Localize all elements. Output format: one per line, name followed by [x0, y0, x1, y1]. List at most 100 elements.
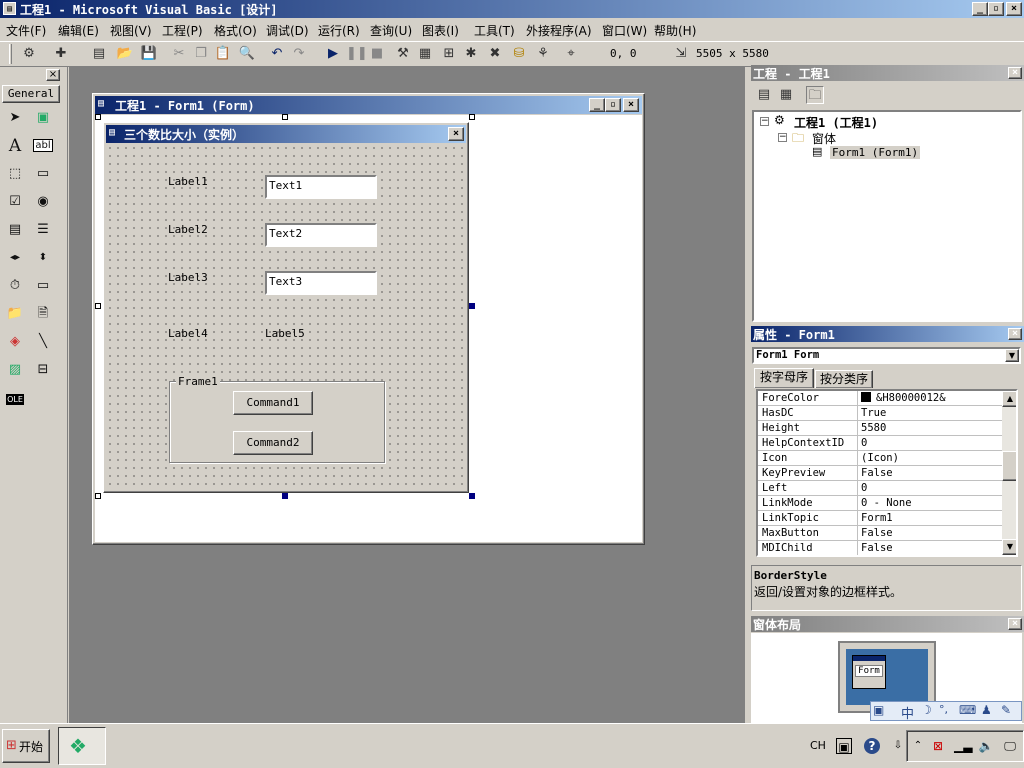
- prop-row-left[interactable]: Left 0: [758, 481, 1003, 496]
- open-project-icon[interactable]: 📂: [116, 45, 134, 63]
- tree-project-root[interactable]: 工程1 (工程1): [794, 114, 878, 131]
- label1[interactable]: Label1: [168, 175, 208, 188]
- hscrollbar-icon[interactable]: ◂▸: [0, 246, 30, 270]
- command2[interactable]: Command2: [233, 431, 313, 455]
- prop-row-maxbutton[interactable]: MaxButton False: [758, 526, 1003, 541]
- data-control-icon[interactable]: ⊟: [28, 358, 58, 382]
- object-browser-icon[interactable]: ✱: [462, 45, 480, 63]
- resize-handle-bottom-right[interactable]: [469, 493, 475, 499]
- designer-close-button[interactable]: ×: [623, 98, 639, 112]
- prop-row-keypreview[interactable]: KeyPreview False: [758, 466, 1003, 481]
- menu-tools[interactable]: 工具(T): [474, 22, 515, 40]
- add-form-icon[interactable]: ✚: [52, 45, 70, 63]
- form-layout-close-button[interactable]: ×: [1008, 618, 1022, 630]
- form-layout-icon[interactable]: ⊞: [440, 45, 458, 63]
- prop-row-forecolor[interactable]: ForeColor &H80000012&: [758, 391, 1003, 406]
- ole-icon[interactable]: OLE: [0, 388, 30, 412]
- menu-project[interactable]: 工程(P): [162, 22, 203, 40]
- checkbox-icon[interactable]: ☑: [0, 190, 30, 214]
- view-object-icon[interactable]: ▦: [777, 86, 795, 104]
- prop-row-linktopic[interactable]: LinkTopic Form1: [758, 511, 1003, 526]
- tray-arrow-icon[interactable]: ⇩: [890, 738, 906, 754]
- break-icon[interactable]: ❚❚: [346, 45, 368, 63]
- ime-tray-icon[interactable]: ▣: [836, 738, 852, 754]
- toolbox-tab-general[interactable]: General: [2, 85, 60, 103]
- view-code-icon[interactable]: ▤: [755, 86, 773, 104]
- shape-icon[interactable]: ◈: [0, 330, 30, 354]
- menu-editor-icon[interactable]: ▤: [90, 45, 108, 63]
- prop-row-linkmode[interactable]: LinkMode 0 - None: [758, 496, 1003, 511]
- ime-logo-icon[interactable]: ▣: [873, 703, 884, 717]
- form1-close-button[interactable]: ×: [448, 127, 464, 141]
- designer-maximize-button[interactable]: ▫: [605, 98, 621, 112]
- paste-icon[interactable]: 📋: [214, 45, 232, 63]
- image-icon[interactable]: ▨: [0, 358, 30, 382]
- tree-form1-item[interactable]: Form1 (Form1): [830, 146, 921, 159]
- frame-icon[interactable]: ⬚: [0, 162, 30, 186]
- menu-file[interactable]: 文件(F): [6, 22, 46, 40]
- start-button[interactable]: ⊞ 开始: [2, 729, 50, 763]
- ime-halfwidth-icon[interactable]: ☽: [921, 703, 932, 717]
- drivelistbox-icon[interactable]: ▭: [28, 274, 58, 298]
- tree-collapse-root-icon[interactable]: −: [760, 117, 769, 126]
- listbox-icon[interactable]: ☰: [28, 218, 58, 242]
- maximize-button[interactable]: ▫: [988, 2, 1004, 16]
- help-tray-icon[interactable]: ?: [864, 738, 880, 754]
- project-explorer-icon[interactable]: ⚒: [394, 45, 412, 63]
- text1[interactable]: Text1: [265, 175, 377, 199]
- prop-row-height[interactable]: Height 5580: [758, 421, 1003, 436]
- menu-window[interactable]: 窗口(W): [602, 22, 647, 40]
- prop-row-icon[interactable]: Icon (Icon): [758, 451, 1003, 466]
- prop-row-helpcontextid[interactable]: HelpContextID 0: [758, 436, 1003, 451]
- combobox-icon[interactable]: ▤: [0, 218, 30, 242]
- scroll-down-icon[interactable]: ▼: [1002, 539, 1016, 555]
- pointer-icon[interactable]: ➤: [0, 106, 30, 130]
- picturebox-icon[interactable]: ▣: [28, 106, 58, 130]
- commandbutton-icon[interactable]: ▭: [28, 162, 58, 186]
- ime-chinese-mode[interactable]: 中: [901, 703, 914, 722]
- menu-format[interactable]: 格式(O): [214, 22, 257, 40]
- command1[interactable]: Command1: [233, 391, 313, 415]
- label2[interactable]: Label2: [168, 223, 208, 236]
- line-icon[interactable]: ╲: [28, 330, 58, 354]
- scroll-up-icon[interactable]: ▲: [1002, 391, 1016, 407]
- menu-debug[interactable]: 调试(D): [266, 22, 309, 40]
- label5[interactable]: Label5: [265, 327, 305, 340]
- text3[interactable]: Text3: [265, 271, 377, 295]
- menu-run[interactable]: 运行(R): [318, 22, 360, 40]
- optionbutton-icon[interactable]: ◉: [28, 190, 58, 214]
- object-dropdown[interactable]: Form1 Form ▼: [752, 347, 1021, 364]
- prop-row-hasdc[interactable]: HasDC True: [758, 406, 1003, 421]
- end-icon[interactable]: ■: [368, 45, 386, 63]
- save-project-icon[interactable]: 💾: [140, 45, 158, 63]
- network-disconnected-icon[interactable]: ⊠: [930, 738, 946, 754]
- menu-addins[interactable]: 外接程序(A): [526, 22, 592, 40]
- property-scrollbar[interactable]: ▲ ▼: [1002, 391, 1016, 555]
- prop-row-mdichild[interactable]: MDIChild False: [758, 541, 1003, 555]
- ime-settings-icon[interactable]: ✎: [1001, 703, 1011, 717]
- redo-icon[interactable]: ↷: [290, 45, 308, 63]
- designer-minimize-button[interactable]: _: [589, 98, 605, 112]
- tab-alphabetic[interactable]: 按字母序: [754, 368, 814, 388]
- menu-view[interactable]: 视图(V): [110, 22, 152, 40]
- dirlistbox-icon[interactable]: 📁: [0, 302, 30, 326]
- close-button[interactable]: ×: [1006, 2, 1022, 16]
- textbox-icon[interactable]: abl: [28, 134, 58, 158]
- signal-icon[interactable]: ▁▃: [954, 738, 972, 754]
- filelistbox-icon[interactable]: 🗎: [28, 302, 58, 326]
- timer-icon[interactable]: ⏱: [0, 274, 30, 298]
- toggle-folders-icon[interactable]: 🗀: [806, 86, 824, 104]
- dropdown-arrow-icon[interactable]: ▼: [1005, 349, 1019, 362]
- add-project-icon[interactable]: ⚙: [20, 45, 38, 63]
- ime-user-icon[interactable]: ♟: [981, 703, 992, 717]
- project-explorer-close-button[interactable]: ×: [1008, 67, 1022, 79]
- tree-collapse-folder-icon[interactable]: −: [778, 133, 787, 142]
- toolbox-icon[interactable]: ✖: [486, 45, 504, 63]
- display-icon[interactable]: 🖵: [1002, 738, 1018, 754]
- label3[interactable]: Label3: [168, 271, 208, 284]
- label-icon[interactable]: A: [0, 134, 30, 158]
- undo-icon[interactable]: ↶: [268, 45, 286, 63]
- resize-handle-right[interactable]: [469, 303, 475, 309]
- data-view-icon[interactable]: ⛁: [510, 45, 528, 63]
- menu-query[interactable]: 查询(U): [370, 22, 412, 40]
